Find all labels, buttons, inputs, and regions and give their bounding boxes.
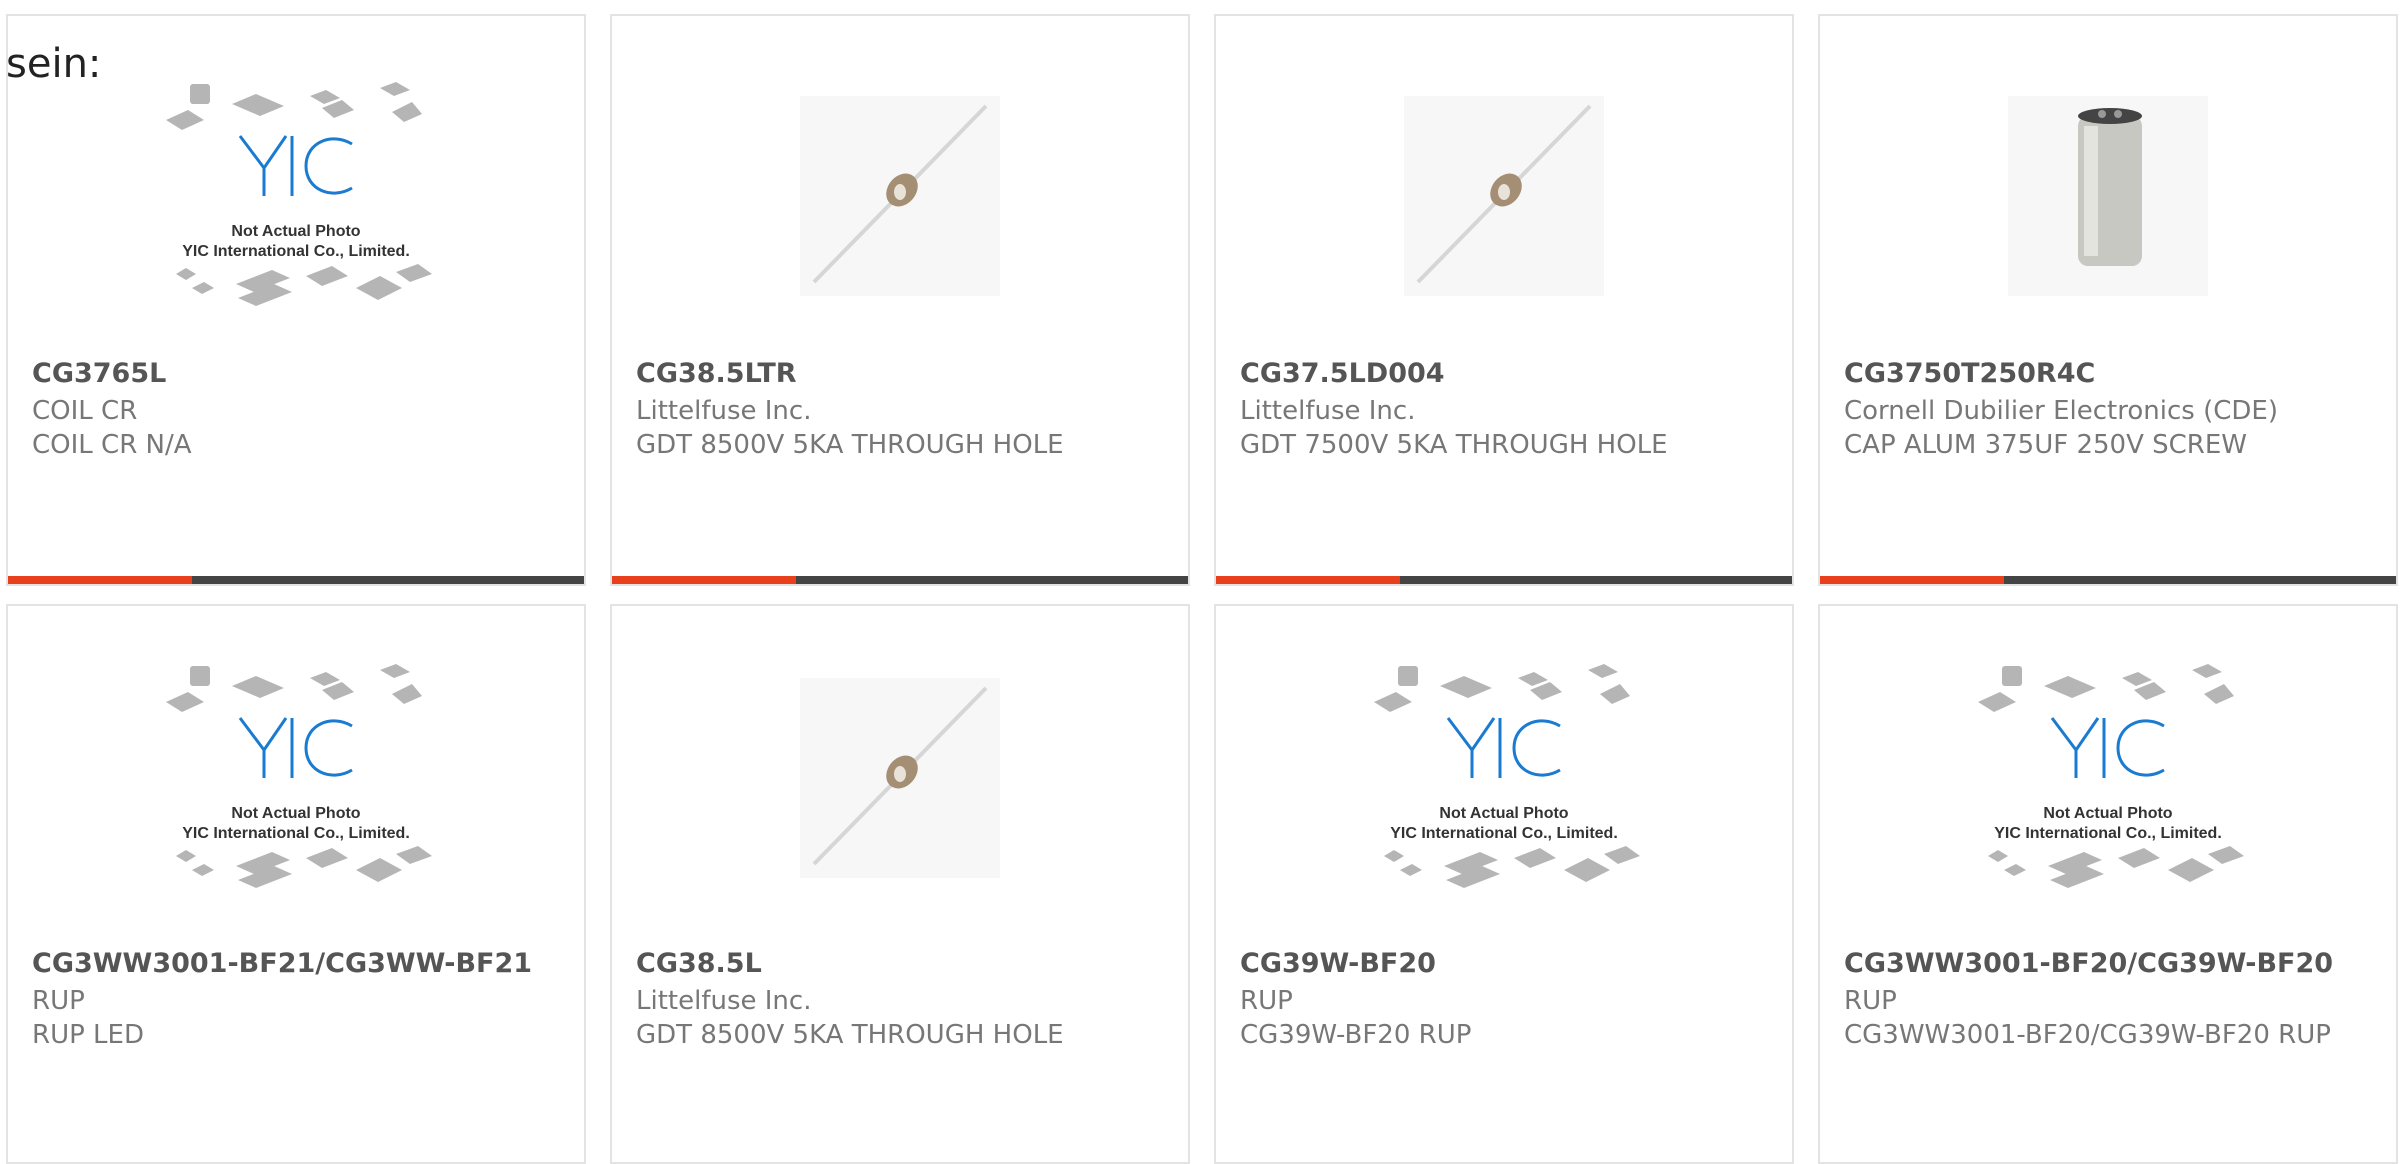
card-accent-bar: [8, 576, 192, 584]
manufacturer-text: RUP: [32, 986, 85, 1016]
yic-placeholder-icon: Not Actual Photo YIC International Co., …: [166, 664, 432, 888]
part-number-link[interactable]: CG3765L: [32, 358, 166, 389]
placeholder-caption-line2: YIC International Co., Limited.: [182, 825, 410, 842]
part-number-link[interactable]: CG3WW3001-BF20/CG39W-BF20: [1844, 948, 2333, 979]
placeholder-caption-line2: YIC International Co., Limited.: [182, 243, 410, 260]
product-image[interactable]: [612, 668, 1188, 888]
yic-placeholder-icon: Not Actual Photo YIC International Co., …: [1374, 664, 1640, 888]
product-image[interactable]: Not Actual Photo YIC International Co., …: [8, 664, 584, 888]
description-text: CAP ALUM 375UF 250V SCREW: [1844, 430, 2247, 460]
product-card[interactable]: CG38.5LTR Littelfuse Inc. GDT 8500V 5KA TH…: [610, 14, 1190, 586]
description-text: CG3WW3001-BF20/CG39W-BF20 RUP: [1844, 1020, 2331, 1050]
card-accent-bar: [1216, 576, 1400, 584]
product-card[interactable]: Not Actual Photo YIC International Co., …: [1214, 604, 1794, 1164]
product-card[interactable]: Not Actual Photo YIC International Co., …: [6, 604, 586, 1164]
description-text: CG39W-BF20 RUP: [1240, 1020, 1472, 1050]
placeholder-caption-line2: YIC International Co., Limited.: [1390, 825, 1618, 842]
capacitor-icon: [2008, 96, 2208, 296]
product-image[interactable]: Not Actual Photo YIC International Co., …: [1820, 664, 2396, 888]
manufacturer-text: COIL CR: [32, 396, 138, 426]
partial-heading-text: sein:: [6, 41, 102, 87]
card-bottom-bar: [612, 576, 1188, 584]
product-image[interactable]: Not Actual Photo YIC International Co., …: [1216, 664, 1792, 888]
description-text: GDT 7500V 5KA THROUGH HOLE: [1240, 430, 1668, 460]
product-card[interactable]: Not Actual Photo YIC International Co., …: [1818, 604, 2398, 1164]
product-card[interactable]: Not Actual Photo YIC International Co., …: [6, 14, 586, 586]
product-card[interactable]: CG3750T250R4C Cornell Dubilier Electronic…: [1818, 14, 2398, 586]
manufacturer-text: RUP: [1844, 986, 1897, 1016]
gas-discharge-tube-icon: [1404, 96, 1604, 296]
card-accent-bar: [612, 576, 796, 584]
part-number-link[interactable]: CG3WW3001-BF21/CG3WW-BF21: [32, 948, 532, 979]
manufacturer-text: Littelfuse Inc.: [636, 396, 812, 426]
gas-discharge-tube-icon: [800, 96, 1000, 296]
card-bottom-bar: [8, 576, 584, 584]
product-image[interactable]: [1820, 86, 2396, 306]
yic-placeholder-icon: Not Actual Photo YIC International Co., …: [166, 82, 432, 306]
description-text: RUP LED: [32, 1020, 144, 1050]
description-text: GDT 8500V 5KA THROUGH HOLE: [636, 1020, 1064, 1050]
placeholder-caption-line2: YIC International Co., Limited.: [1994, 825, 2222, 842]
product-image[interactable]: [1216, 86, 1792, 306]
placeholder-caption-line1: Not Actual Photo: [1439, 805, 1568, 822]
manufacturer-text: RUP: [1240, 986, 1293, 1016]
card-accent-bar: [1820, 576, 2004, 584]
description-text: GDT 8500V 5KA THROUGH HOLE: [636, 430, 1064, 460]
yic-placeholder-icon: Not Actual Photo YIC International Co., …: [1978, 664, 2244, 888]
product-image[interactable]: Not Actual Photo YIC International Co., …: [8, 82, 584, 306]
placeholder-caption-line1: Not Actual Photo: [231, 805, 360, 822]
placeholder-caption-line1: Not Actual Photo: [2043, 805, 2172, 822]
part-number-link[interactable]: CG3750T250R4C: [1844, 358, 2095, 389]
card-bottom-bar: [1216, 576, 1792, 584]
part-number-link[interactable]: CG38.5L: [636, 948, 762, 979]
product-image[interactable]: [612, 86, 1188, 306]
card-bottom-bar: [1820, 576, 2396, 584]
description-text: COIL CR N/A: [32, 430, 192, 460]
part-number-link[interactable]: CG38.5LTR: [636, 358, 797, 389]
manufacturer-text: Littelfuse Inc.: [636, 986, 812, 1016]
product-card[interactable]: CG37.5LD004 Littelfuse Inc. GDT 7500V 5KA …: [1214, 14, 1794, 586]
part-number-link[interactable]: CG39W-BF20: [1240, 948, 1436, 979]
gas-discharge-tube-icon: [800, 678, 1000, 878]
manufacturer-text: Littelfuse Inc.: [1240, 396, 1416, 426]
product-card[interactable]: CG38.5L Littelfuse Inc. GDT 8500V 5KA THRO…: [610, 604, 1190, 1164]
placeholder-caption-line1: Not Actual Photo: [231, 223, 360, 240]
manufacturer-text: Cornell Dubilier Electronics (CDE): [1844, 396, 2278, 426]
part-number-link[interactable]: CG37.5LD004: [1240, 358, 1445, 389]
